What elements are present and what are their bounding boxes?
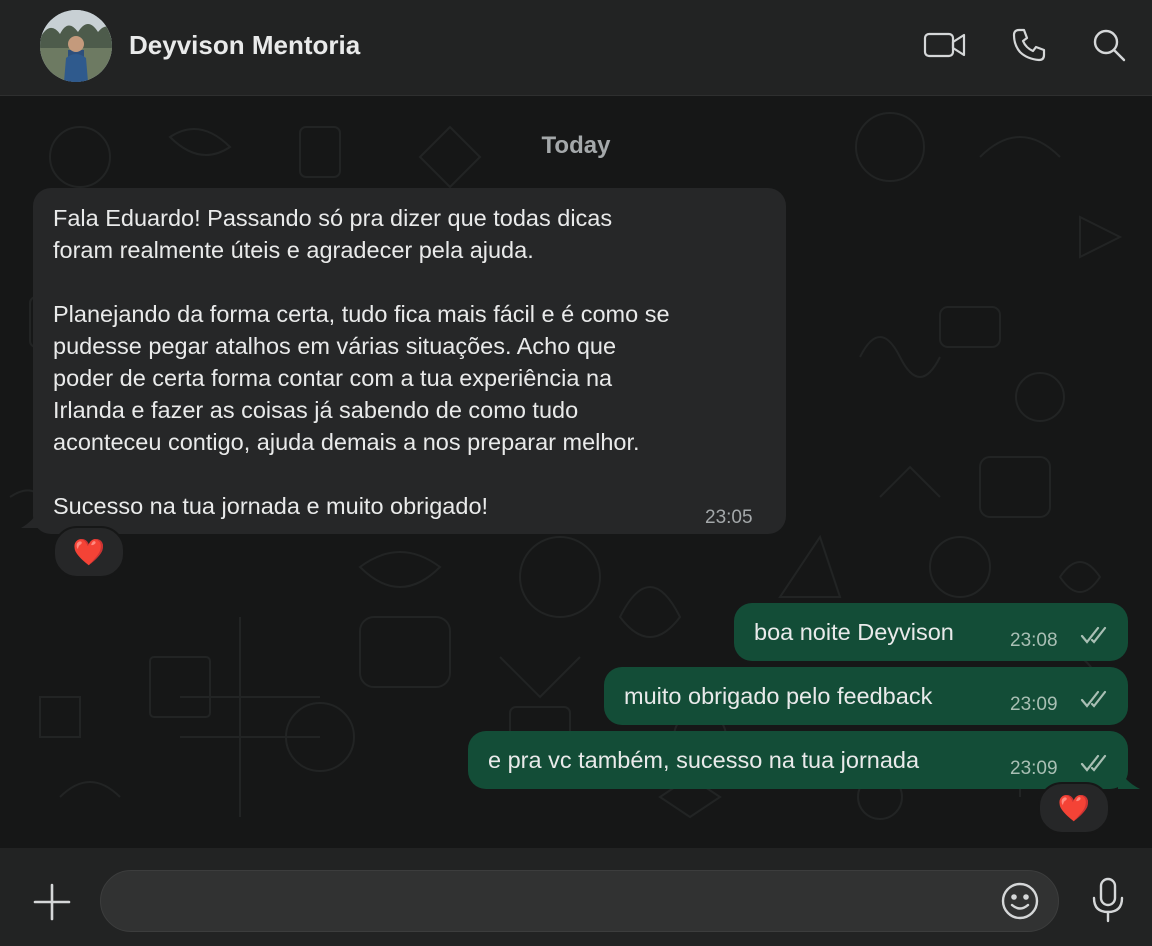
message-time: 23:09 [1010, 758, 1058, 779]
heart-reaction[interactable]: ❤️ [53, 526, 125, 578]
voice-call-icon[interactable] [1006, 24, 1052, 66]
chat-area[interactable]: Today Fala Eduardo! Passando só pra dize… [0, 97, 1152, 848]
contact-avatar[interactable] [40, 10, 112, 82]
double-check-icon [1080, 754, 1107, 772]
incoming-message[interactable]: Fala Eduardo! Passando só pra dizer que … [21, 188, 786, 534]
bubble-tail [1118, 767, 1140, 789]
microphone-icon[interactable] [1088, 876, 1128, 924]
message-time: 23:05 [705, 507, 753, 528]
message-time: 23:08 [1010, 630, 1058, 651]
outgoing-message[interactable]: muito obrigado pelo feedback 23:09 [604, 667, 1128, 725]
date-divider: Today [541, 132, 611, 159]
video-call-icon[interactable] [922, 24, 968, 66]
heart-icon: ❤️ [1057, 793, 1091, 823]
emoji-icon[interactable] [999, 880, 1041, 922]
message-input-container[interactable] [100, 870, 1059, 933]
message-text: muito obrigado pelo feedback [624, 683, 933, 709]
outgoing-message[interactable]: e pra vc também, sucesso na tua jornada … [468, 731, 1140, 789]
message-text: boa noite Deyvison [754, 619, 954, 645]
double-check-icon [1080, 626, 1107, 644]
message-text: Fala Eduardo! Passando só pra dizer que … [53, 205, 670, 519]
chat-header: Deyvison Mentoria [0, 0, 1152, 96]
message-input[interactable] [125, 871, 999, 933]
message-time: 23:09 [1010, 694, 1058, 715]
attach-plus-icon[interactable] [30, 880, 74, 924]
heart-reaction[interactable]: ❤️ [1038, 782, 1110, 834]
message-text: e pra vc também, sucesso na tua jornada [488, 747, 920, 773]
outgoing-message[interactable]: boa noite Deyvison 23:08 [734, 603, 1128, 661]
double-check-icon [1080, 690, 1107, 708]
search-icon[interactable] [1086, 24, 1132, 66]
contact-name[interactable]: Deyvison Mentoria [129, 30, 360, 61]
heart-icon: ❤️ [72, 537, 106, 567]
bubble-tail [21, 506, 41, 528]
